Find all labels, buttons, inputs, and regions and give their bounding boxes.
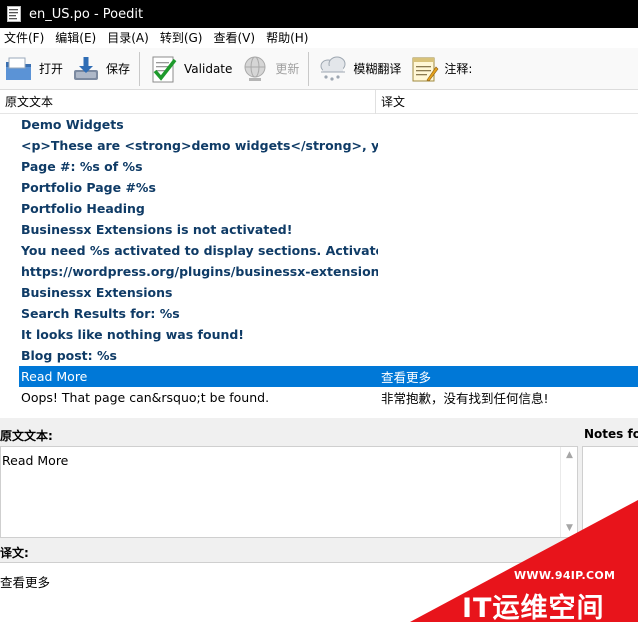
fuzzy-cloud-icon [320, 56, 346, 81]
update-button[interactable]: 更新 [236, 50, 303, 88]
list-row[interactable]: Oops! That page can&rsquo;t be found. 非常抱… [0, 387, 638, 408]
list-row[interactable]: Search Results for: %s [0, 303, 638, 324]
column-header-translation[interactable]: 译文 [376, 90, 638, 114]
validate-button[interactable]: Validate [145, 50, 236, 88]
toolbar: 打开 保存 Validate 更新 模糊翻译 注释: [0, 48, 638, 90]
save-button[interactable]: 保存 [67, 50, 134, 88]
validate-label: Validate [184, 61, 233, 76]
list-row[interactable]: Demo Widgets [0, 114, 638, 135]
menu-catalog[interactable]: 目录(A) [103, 28, 156, 48]
row-source-text: Search Results for: %s [21, 306, 180, 321]
row-translation-text: 查看更多 [381, 370, 432, 385]
window-title: en_US.po - Poedit [29, 6, 144, 22]
menu-goto[interactable]: 转到(G) [156, 28, 210, 48]
list-row[interactable]: Businessx Extensions [0, 282, 638, 303]
row-source-text: Demo Widgets [21, 117, 124, 132]
toolbar-separator [139, 51, 141, 86]
menu-bar: 文件(F) 编辑(E) 目录(A) 转到(G) 查看(V) 帮助(H) [0, 28, 638, 48]
open-folder-icon [6, 57, 31, 80]
update-globe-icon [244, 56, 266, 81]
watermark-url: WWW.94IP.COM [514, 569, 616, 582]
open-button[interactable]: 打开 [0, 50, 67, 88]
menu-file[interactable]: 文件(F) [0, 28, 51, 48]
row-source-text: Oops! That page can&rsquo;t be found. [21, 390, 270, 405]
notes-label: Notes fo [584, 427, 638, 441]
fuzzy-button[interactable]: 模糊翻译 [314, 50, 405, 88]
list-row[interactable]: Page #: %s of %s [0, 156, 638, 177]
toolbar-separator [308, 51, 310, 86]
row-source-text: <p>These are <strong>demo widgets</stron… [21, 138, 378, 153]
comment-notepad-icon [412, 57, 439, 81]
comment-button[interactable]: 注释: [405, 50, 476, 88]
translation-text: 查看更多 [0, 575, 51, 590]
po-file-icon [7, 6, 21, 22]
fuzzy-label: 模糊翻译 [353, 62, 402, 76]
row-source-text: Read More [21, 369, 88, 384]
watermark-text: IT运维空间 [462, 593, 605, 622]
row-source-text: You need %s activated to display section… [21, 243, 378, 258]
list-row[interactable]: Blog post: %s [0, 345, 638, 366]
list-row[interactable]: Portfolio Heading [0, 198, 638, 219]
row-source-text: Businessx Extensions is not activated! [21, 222, 293, 237]
row-source-text: It looks like nothing was found! [21, 327, 245, 342]
list-header: 原文文本 译文 [0, 90, 638, 114]
title-bar: en_US.po - Poedit [0, 0, 638, 28]
list-row[interactable]: Businessx Extensions is not activated! [0, 219, 638, 240]
menu-help[interactable]: 帮助(H) [262, 28, 315, 48]
validate-check-icon [152, 56, 177, 82]
update-label: 更新 [275, 62, 300, 76]
list-row-selected[interactable]: Read More 查看更多 [19, 366, 638, 387]
column-header-source[interactable]: 原文文本 [0, 90, 376, 114]
comment-label: 注释: [444, 62, 473, 76]
list-row[interactable]: <p>These are <strong>demo widgets</stron… [0, 135, 638, 156]
row-source-text: https://wordpress.org/plugins/businessx-… [21, 264, 378, 279]
menu-view[interactable]: 查看(V) [209, 28, 262, 48]
row-source-text: Portfolio Page #%s [21, 180, 156, 195]
translation-list: 原文文本 译文 Demo Widgets <p>These are <strong… [0, 90, 638, 418]
source-text-label: 原文文本: [0, 429, 53, 443]
row-source-text: Portfolio Heading [21, 201, 145, 216]
row-source-text: Blog post: %s [21, 348, 117, 363]
row-translation-text: 非常抱歉，没有找到任何信息! [381, 391, 549, 406]
translation-text-label: 译文: [0, 546, 29, 560]
open-label: 打开 [39, 62, 64, 76]
save-label: 保存 [106, 62, 131, 76]
source-text: Read More [2, 453, 69, 468]
save-download-icon [74, 56, 99, 80]
list-rows: Demo Widgets <p>These are <strong>demo wi… [0, 114, 638, 408]
menu-edit[interactable]: 编辑(E) [51, 28, 103, 48]
scroll-up-icon[interactable]: ▲ [565, 451, 574, 460]
list-row[interactable]: It looks like nothing was found! [0, 324, 638, 345]
list-row[interactable]: https://wordpress.org/plugins/businessx-… [0, 261, 638, 282]
list-row[interactable]: You need %s activated to display section… [0, 240, 638, 261]
list-row[interactable]: Portfolio Page #%s [0, 177, 638, 198]
row-source-text: Businessx Extensions [21, 285, 173, 300]
row-source-text: Page #: %s of %s [21, 159, 143, 174]
